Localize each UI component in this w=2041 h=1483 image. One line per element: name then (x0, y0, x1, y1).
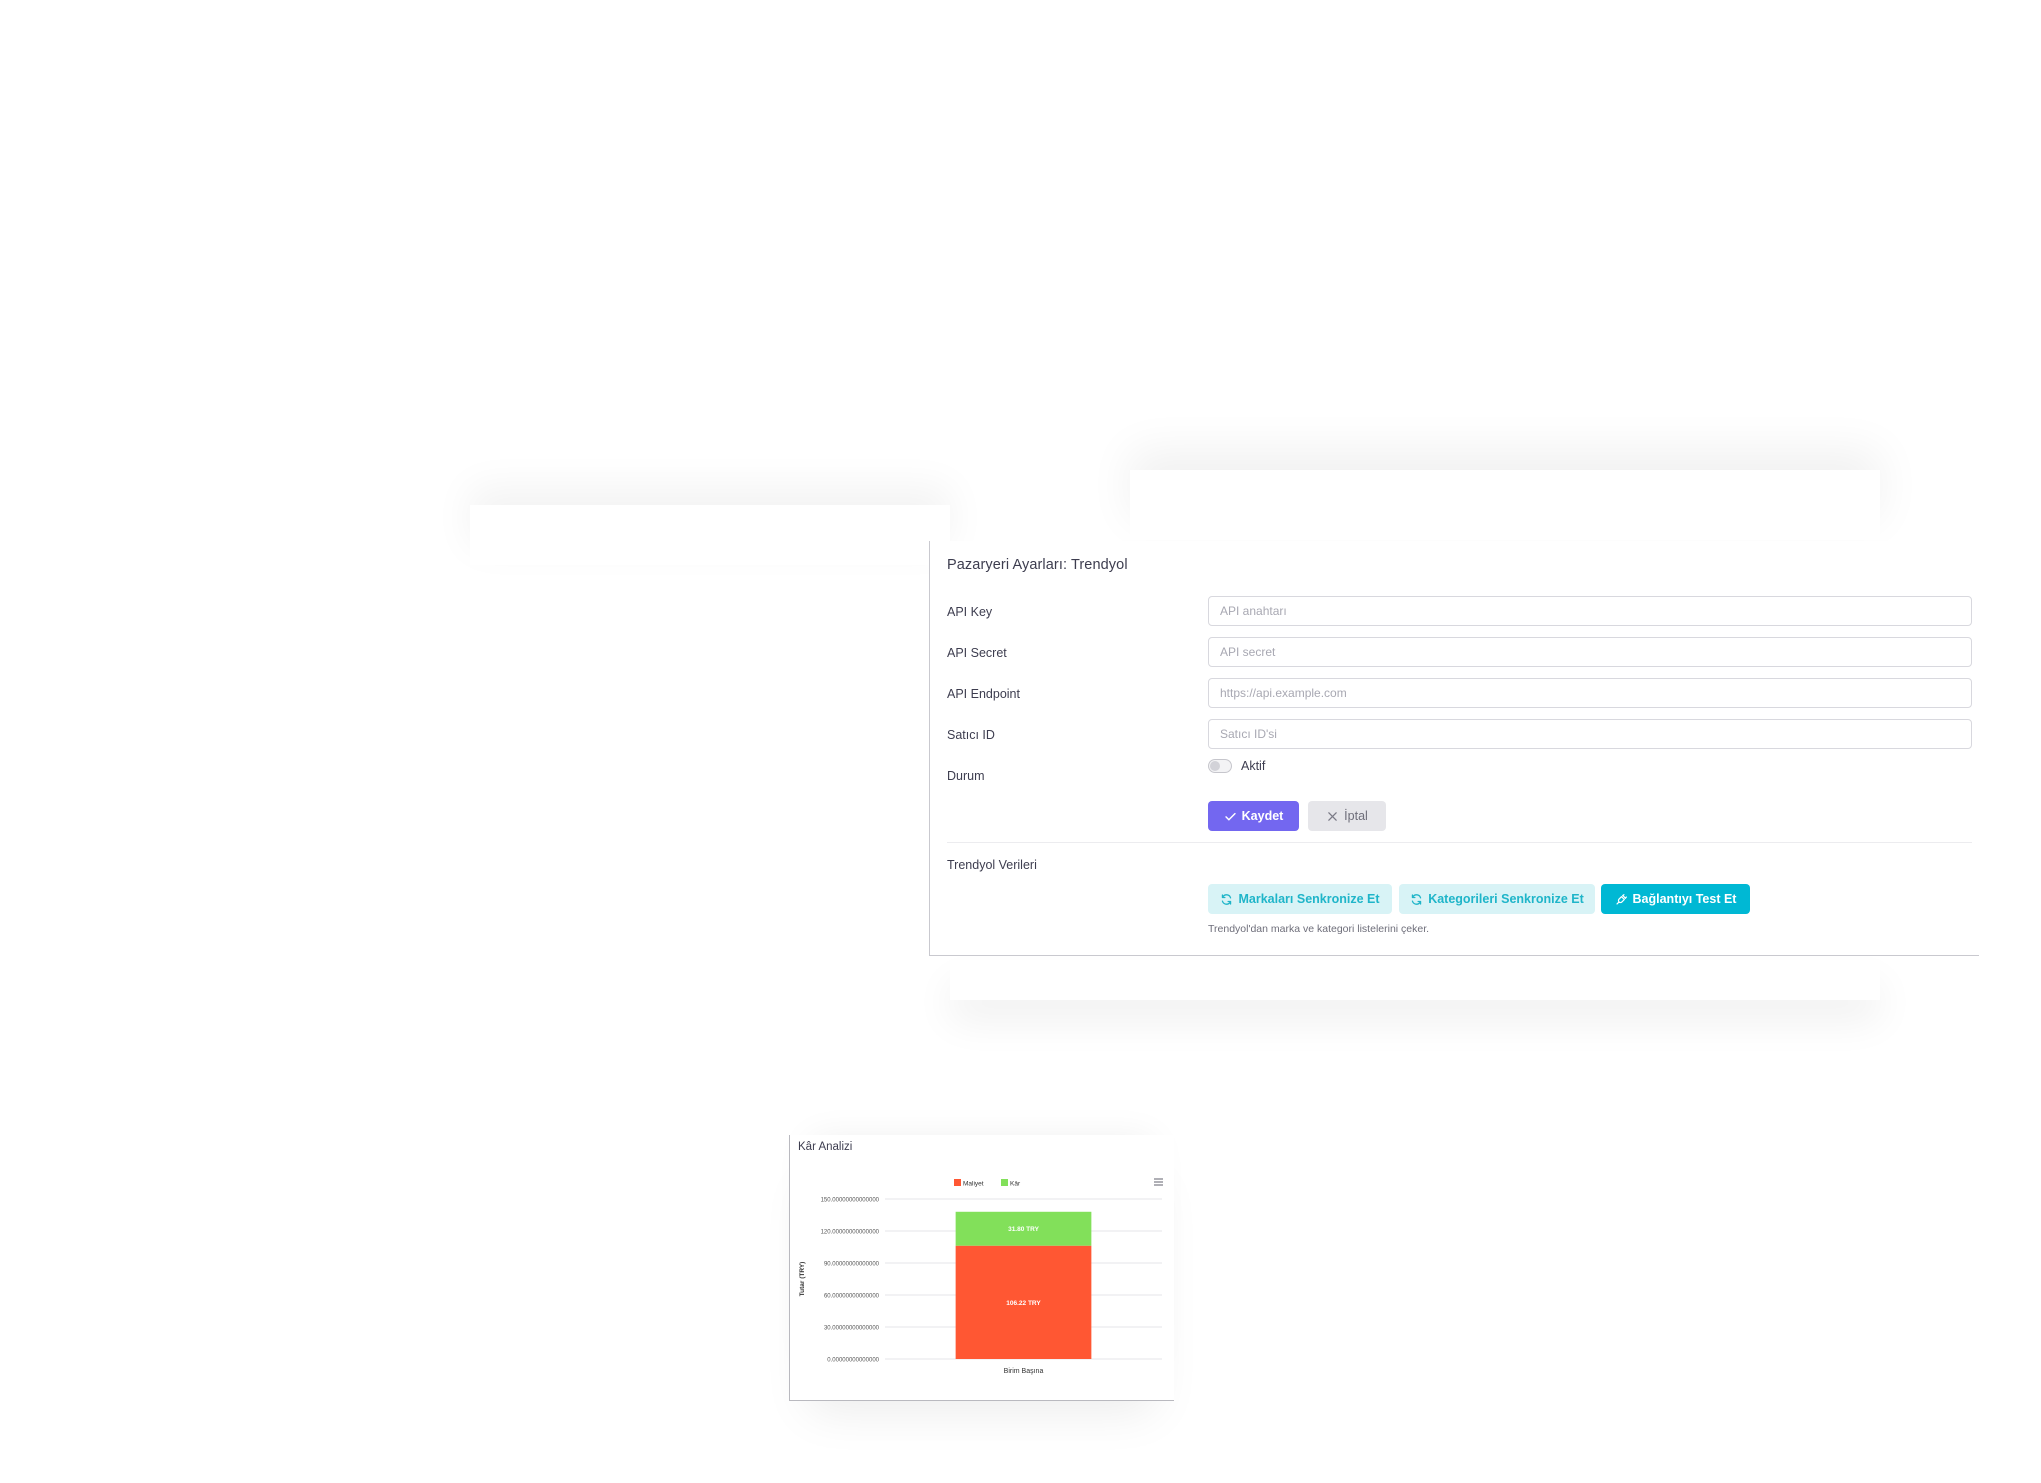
save-button[interactable]: Kaydet (1208, 801, 1299, 831)
hamburger-menu-icon[interactable] (1154, 1178, 1163, 1186)
seller-id-label: Satıcı ID (947, 728, 995, 742)
profit-chart: 0.00000000000000 30.00000000000000 60.0000… (799, 1178, 1163, 1375)
decorative-shadow (950, 960, 1880, 1000)
y-axis-label: Tutar (TRY) (799, 1262, 806, 1297)
data-label: 31.80 TRY (1008, 1226, 1039, 1233)
decorative-shadow (470, 505, 950, 565)
data-label: 106.22 TRY (1006, 1300, 1041, 1307)
close-icon (1328, 811, 1337, 821)
y-tick-label: 150.00000000000000 (821, 1198, 880, 1204)
test-connection-button[interactable]: Bağlantıyı Test Et (1601, 884, 1750, 914)
api-endpoint-input[interactable] (1208, 678, 1972, 708)
legend-entry: Kâr (1010, 1181, 1021, 1188)
active-toggle-label: Aktif (1241, 759, 1266, 773)
y-tick-label: 60.00000000000000 (824, 1294, 880, 1300)
help-text: Trendyol'dan marka ve kategori listeleri… (1208, 923, 1430, 935)
plug-icon (1615, 893, 1627, 905)
api-endpoint-label: API Endpoint (947, 687, 1020, 701)
check-icon (1224, 812, 1236, 820)
api-key-input[interactable] (1208, 596, 1972, 626)
sync-categories-button[interactable]: Kategorileri Senkronize Et (1399, 884, 1595, 914)
test-connection-label: Bağlantıyı Test Et (1632, 892, 1737, 906)
cancel-button-label: İptal (1344, 809, 1368, 823)
legend-entry: Maliyet (963, 1181, 984, 1188)
trendyol-data-label: Trendyol Verileri (947, 858, 1037, 872)
seller-id-input[interactable] (1208, 719, 1972, 749)
x-tick-label: Birim Başına (1004, 1368, 1044, 1375)
refresh-icon (1222, 893, 1232, 905)
refresh-icon (1411, 893, 1422, 905)
sync-brands-button[interactable]: Markaları Senkronize Et (1208, 884, 1392, 914)
y-tick-label: 120.00000000000000 (821, 1230, 880, 1236)
y-tick-label: 90.00000000000000 (824, 1262, 880, 1268)
api-secret-input[interactable] (1208, 637, 1972, 667)
api-secret-label: API Secret (947, 646, 1007, 660)
profit-analysis-card: Kâr Analizi 0.00000000000000 30.000000000… (789, 1135, 1174, 1401)
save-button-label: Kaydet (1241, 809, 1284, 823)
marketplace-settings-panel: Pazaryeri Ayarları: Trendyol API Key API… (929, 541, 1979, 956)
decorative-shadow (1130, 470, 1880, 540)
toggle-knob (1210, 761, 1220, 771)
legend-swatch (954, 1179, 961, 1186)
legend-swatch (1001, 1179, 1008, 1186)
y-tick-label: 0.00000000000000 (827, 1358, 879, 1364)
active-toggle[interactable] (1208, 759, 1232, 773)
api-key-label: API Key (947, 605, 993, 619)
status-label: Durum (947, 769, 985, 783)
section-divider (947, 842, 1972, 843)
sync-brands-label: Markaları Senkronize Et (1238, 892, 1380, 906)
y-tick-label: 30.00000000000000 (824, 1326, 880, 1332)
panel-title: Pazaryeri Ayarları: Trendyol (947, 557, 1128, 573)
cancel-button[interactable]: İptal (1308, 801, 1386, 831)
sync-categories-label: Kategorileri Senkronize Et (1428, 892, 1584, 906)
